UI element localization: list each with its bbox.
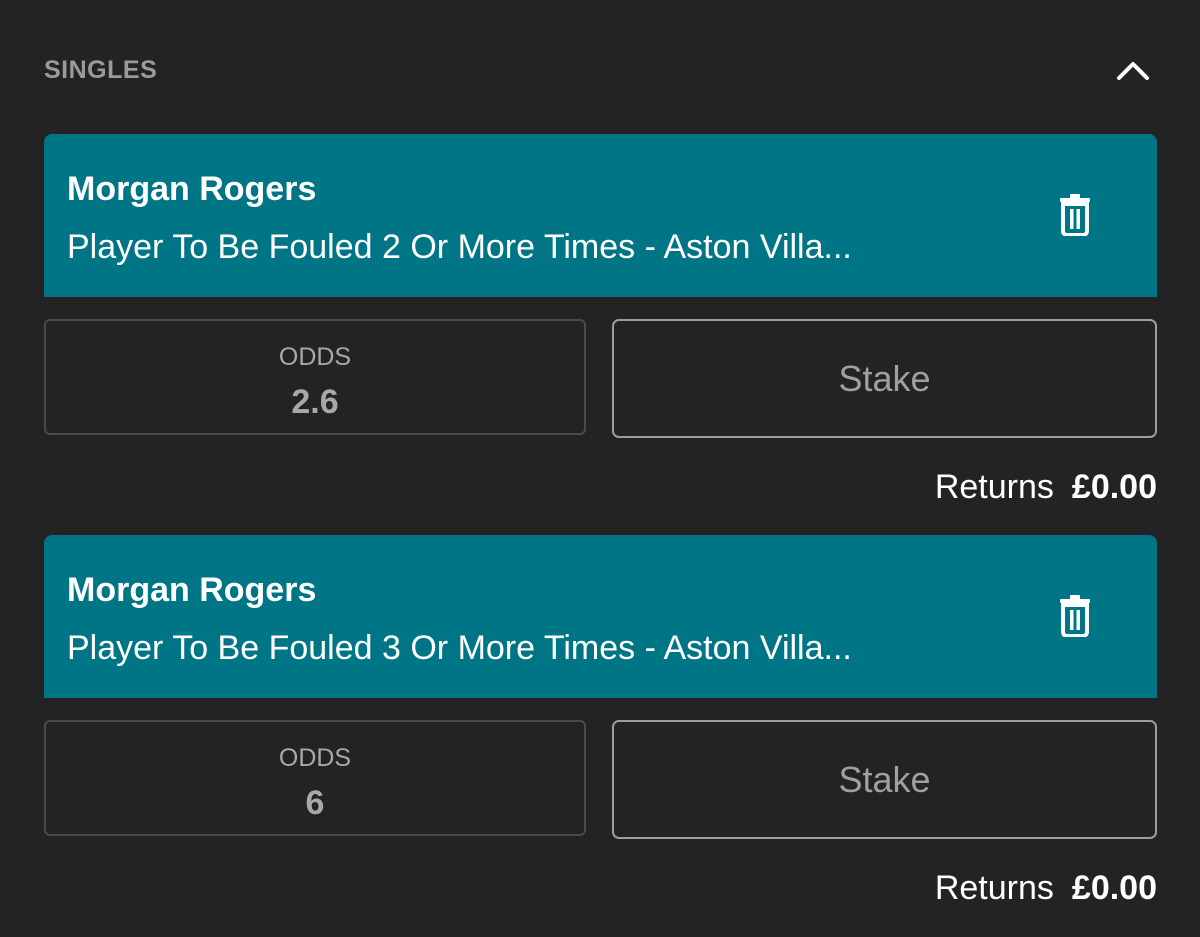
odds-box: ODDS 2.6 xyxy=(44,319,586,435)
selection-name: Morgan Rogers xyxy=(67,170,317,208)
bet-slip-item: Morgan Rogers Player To Be Fouled 2 Or M… xyxy=(44,134,1157,509)
odds-label: ODDS xyxy=(278,343,352,371)
odds-box: ODDS 6 xyxy=(44,720,586,836)
returns-value: £0.00 xyxy=(1071,869,1157,907)
singles-section: SINGLES Morgan Rogers Player To Be Foule… xyxy=(0,0,1200,937)
bet-header: Morgan Rogers Player To Be Fouled 3 Or M… xyxy=(44,535,1157,698)
market-name: Player To Be Fouled 3 Or More Times - As… xyxy=(67,629,852,667)
chevron-up-icon[interactable] xyxy=(1115,54,1151,86)
selection-name: Morgan Rogers xyxy=(67,571,317,609)
stake-input[interactable] xyxy=(612,720,1157,839)
bet-header: Morgan Rogers Player To Be Fouled 2 Or M… xyxy=(44,134,1157,297)
returns-label: Returns xyxy=(934,869,1054,907)
trash-icon[interactable] xyxy=(1058,595,1092,638)
odds-value: 2.6 xyxy=(291,383,339,421)
trash-icon[interactable] xyxy=(1058,194,1092,237)
odds-value: 6 xyxy=(305,784,325,822)
returns-label: Returns xyxy=(934,468,1054,506)
returns-row: Returns £0.00 xyxy=(935,869,1157,909)
section-title: SINGLES xyxy=(44,56,158,84)
odds-label: ODDS xyxy=(278,744,352,772)
section-header[interactable]: SINGLES xyxy=(44,54,1157,86)
market-name: Player To Be Fouled 2 Or More Times - As… xyxy=(67,228,852,266)
stake-input[interactable] xyxy=(612,319,1157,438)
bet-slip-item: Morgan Rogers Player To Be Fouled 3 Or M… xyxy=(44,535,1157,910)
returns-row: Returns £0.00 xyxy=(935,468,1157,508)
returns-value: £0.00 xyxy=(1071,468,1157,506)
